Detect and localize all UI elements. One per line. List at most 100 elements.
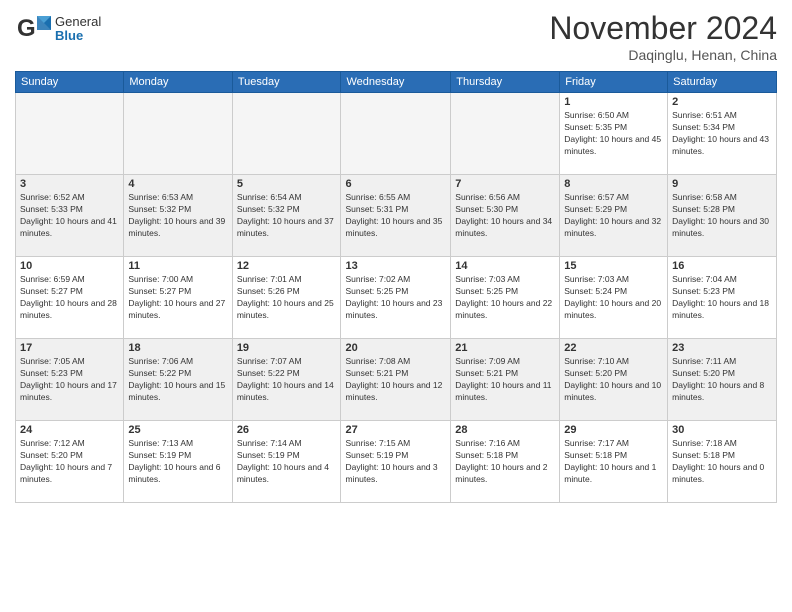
day-number: 17 bbox=[20, 342, 119, 354]
day-number: 27 bbox=[345, 424, 446, 436]
col-monday: Monday bbox=[124, 72, 232, 93]
calendar-cell: 23 Sunrise: 7:11 AMSunset: 5:20 PMDayligh… bbox=[668, 339, 777, 421]
month-title: November 2024 bbox=[549, 10, 777, 47]
day-info: Sunrise: 7:02 AMSunset: 5:25 PMDaylight:… bbox=[345, 274, 446, 322]
day-number: 14 bbox=[455, 260, 555, 272]
day-info: Sunrise: 7:01 AMSunset: 5:26 PMDaylight:… bbox=[237, 274, 337, 322]
calendar-cell bbox=[341, 93, 451, 175]
col-tuesday: Tuesday bbox=[232, 72, 341, 93]
calendar-cell: 24 Sunrise: 7:12 AMSunset: 5:20 PMDayligh… bbox=[16, 421, 124, 503]
day-info: Sunrise: 7:10 AMSunset: 5:20 PMDaylight:… bbox=[564, 356, 663, 404]
day-number: 21 bbox=[455, 342, 555, 354]
calendar-cell: 6 Sunrise: 6:55 AMSunset: 5:31 PMDaylight… bbox=[341, 175, 451, 257]
calendar-week-4: 17 Sunrise: 7:05 AMSunset: 5:23 PMDayligh… bbox=[16, 339, 777, 421]
day-info: Sunrise: 7:03 AMSunset: 5:25 PMDaylight:… bbox=[455, 274, 555, 322]
col-wednesday: Wednesday bbox=[341, 72, 451, 93]
day-info: Sunrise: 7:11 AMSunset: 5:20 PMDaylight:… bbox=[672, 356, 772, 404]
day-info: Sunrise: 6:53 AMSunset: 5:32 PMDaylight:… bbox=[128, 192, 227, 240]
day-number: 13 bbox=[345, 260, 446, 272]
calendar-week-2: 3Sunrise: 6:52 AMSunset: 5:33 PMDaylight… bbox=[16, 175, 777, 257]
calendar-cell bbox=[232, 93, 341, 175]
day-number: 12 bbox=[237, 260, 337, 272]
day-number: 9 bbox=[672, 178, 772, 190]
day-info: Sunrise: 7:18 AMSunset: 5:18 PMDaylight:… bbox=[672, 438, 772, 486]
day-info: Sunrise: 7:04 AMSunset: 5:23 PMDaylight:… bbox=[672, 274, 772, 322]
calendar-cell bbox=[124, 93, 232, 175]
day-number: 23 bbox=[672, 342, 772, 354]
day-number: 29 bbox=[564, 424, 663, 436]
calendar-cell: 4Sunrise: 6:53 AMSunset: 5:32 PMDaylight… bbox=[124, 175, 232, 257]
day-number: 1 bbox=[564, 96, 663, 108]
calendar-cell: 7 Sunrise: 6:56 AMSunset: 5:30 PMDaylight… bbox=[451, 175, 560, 257]
day-number: 25 bbox=[128, 424, 227, 436]
logo-general-text: General bbox=[55, 15, 101, 29]
logo: G General Blue bbox=[15, 10, 101, 48]
day-info: Sunrise: 6:51 AMSunset: 5:34 PMDaylight:… bbox=[672, 110, 772, 158]
calendar-cell: 2 Sunrise: 6:51 AMSunset: 5:34 PMDaylight… bbox=[668, 93, 777, 175]
day-number: 18 bbox=[128, 342, 227, 354]
calendar-week-1: 1 Sunrise: 6:50 AMSunset: 5:35 PMDaylight… bbox=[16, 93, 777, 175]
col-friday: Friday bbox=[560, 72, 668, 93]
calendar-cell: 29 Sunrise: 7:17 AMSunset: 5:18 PMDayligh… bbox=[560, 421, 668, 503]
day-number: 24 bbox=[20, 424, 119, 436]
calendar-cell: 9 Sunrise: 6:58 AMSunset: 5:28 PMDaylight… bbox=[668, 175, 777, 257]
col-saturday: Saturday bbox=[668, 72, 777, 93]
calendar-cell: 28 Sunrise: 7:16 AMSunset: 5:18 PMDayligh… bbox=[451, 421, 560, 503]
calendar-cell: 3Sunrise: 6:52 AMSunset: 5:33 PMDaylight… bbox=[16, 175, 124, 257]
day-number: 28 bbox=[455, 424, 555, 436]
calendar-cell: 5Sunrise: 6:54 AMSunset: 5:32 PMDaylight… bbox=[232, 175, 341, 257]
day-number: 15 bbox=[564, 260, 663, 272]
day-info: Sunrise: 7:15 AMSunset: 5:19 PMDaylight:… bbox=[345, 438, 446, 486]
logo-blue-text: Blue bbox=[55, 29, 101, 43]
day-info: Sunrise: 6:50 AMSunset: 5:35 PMDaylight:… bbox=[564, 110, 663, 158]
svg-text:G: G bbox=[17, 15, 36, 42]
day-number: 10 bbox=[20, 260, 119, 272]
calendar-cell: 14 Sunrise: 7:03 AMSunset: 5:25 PMDayligh… bbox=[451, 257, 560, 339]
day-number: 16 bbox=[672, 260, 772, 272]
day-info: Sunrise: 7:00 AMSunset: 5:27 PMDaylight:… bbox=[128, 274, 227, 322]
day-number: 30 bbox=[672, 424, 772, 436]
calendar-cell: 13 Sunrise: 7:02 AMSunset: 5:25 PMDayligh… bbox=[341, 257, 451, 339]
calendar-header-row: Sunday Monday Tuesday Wednesday Thursday… bbox=[16, 72, 777, 93]
calendar-cell: 30 Sunrise: 7:18 AMSunset: 5:18 PMDayligh… bbox=[668, 421, 777, 503]
day-info: Sunrise: 7:14 AMSunset: 5:19 PMDaylight:… bbox=[237, 438, 337, 486]
col-thursday: Thursday bbox=[451, 72, 560, 93]
day-info: Sunrise: 7:13 AMSunset: 5:19 PMDaylight:… bbox=[128, 438, 227, 486]
day-info: Sunrise: 7:12 AMSunset: 5:20 PMDaylight:… bbox=[20, 438, 119, 486]
day-number: 7 bbox=[455, 178, 555, 190]
calendar-table: Sunday Monday Tuesday Wednesday Thursday… bbox=[15, 71, 777, 503]
calendar-week-3: 10 Sunrise: 6:59 AMSunset: 5:27 PMDayligh… bbox=[16, 257, 777, 339]
calendar-page: G General Blue November 2024 Daqinglu, H… bbox=[0, 0, 792, 612]
calendar-cell: 25 Sunrise: 7:13 AMSunset: 5:19 PMDayligh… bbox=[124, 421, 232, 503]
title-area: November 2024 Daqinglu, Henan, China bbox=[549, 10, 777, 63]
day-number: 26 bbox=[237, 424, 337, 436]
day-info: Sunrise: 7:16 AMSunset: 5:18 PMDaylight:… bbox=[455, 438, 555, 486]
day-info: Sunrise: 7:05 AMSunset: 5:23 PMDaylight:… bbox=[20, 356, 119, 404]
calendar-cell: 1 Sunrise: 6:50 AMSunset: 5:35 PMDaylight… bbox=[560, 93, 668, 175]
calendar-cell: 27 Sunrise: 7:15 AMSunset: 5:19 PMDayligh… bbox=[341, 421, 451, 503]
day-info: Sunrise: 6:56 AMSunset: 5:30 PMDaylight:… bbox=[455, 192, 555, 240]
calendar-cell: 11Sunrise: 7:00 AMSunset: 5:27 PMDayligh… bbox=[124, 257, 232, 339]
day-info: Sunrise: 7:17 AMSunset: 5:18 PMDaylight:… bbox=[564, 438, 663, 486]
calendar-cell bbox=[451, 93, 560, 175]
day-number: 2 bbox=[672, 96, 772, 108]
day-info: Sunrise: 7:08 AMSunset: 5:21 PMDaylight:… bbox=[345, 356, 446, 404]
calendar-cell bbox=[16, 93, 124, 175]
day-info: Sunrise: 7:07 AMSunset: 5:22 PMDaylight:… bbox=[237, 356, 337, 404]
day-info: Sunrise: 6:54 AMSunset: 5:32 PMDaylight:… bbox=[237, 192, 337, 240]
calendar-cell: 17 Sunrise: 7:05 AMSunset: 5:23 PMDayligh… bbox=[16, 339, 124, 421]
day-info: Sunrise: 6:59 AMSunset: 5:27 PMDaylight:… bbox=[20, 274, 119, 322]
calendar-cell: 26 Sunrise: 7:14 AMSunset: 5:19 PMDayligh… bbox=[232, 421, 341, 503]
day-info: Sunrise: 6:52 AMSunset: 5:33 PMDaylight:… bbox=[20, 192, 119, 240]
calendar-cell: 12 Sunrise: 7:01 AMSunset: 5:26 PMDayligh… bbox=[232, 257, 341, 339]
calendar-cell: 10 Sunrise: 6:59 AMSunset: 5:27 PMDayligh… bbox=[16, 257, 124, 339]
day-info: Sunrise: 6:57 AMSunset: 5:29 PMDaylight:… bbox=[564, 192, 663, 240]
day-number: 20 bbox=[345, 342, 446, 354]
calendar-cell: 16 Sunrise: 7:04 AMSunset: 5:23 PMDayligh… bbox=[668, 257, 777, 339]
day-info: Sunrise: 6:55 AMSunset: 5:31 PMDaylight:… bbox=[345, 192, 446, 240]
calendar-week-5: 24 Sunrise: 7:12 AMSunset: 5:20 PMDayligh… bbox=[16, 421, 777, 503]
day-info: Sunrise: 6:58 AMSunset: 5:28 PMDaylight:… bbox=[672, 192, 772, 240]
calendar-cell: 20 Sunrise: 7:08 AMSunset: 5:21 PMDayligh… bbox=[341, 339, 451, 421]
calendar-cell: 21Sunrise: 7:09 AMSunset: 5:21 PMDayligh… bbox=[451, 339, 560, 421]
day-number: 6 bbox=[345, 178, 446, 190]
